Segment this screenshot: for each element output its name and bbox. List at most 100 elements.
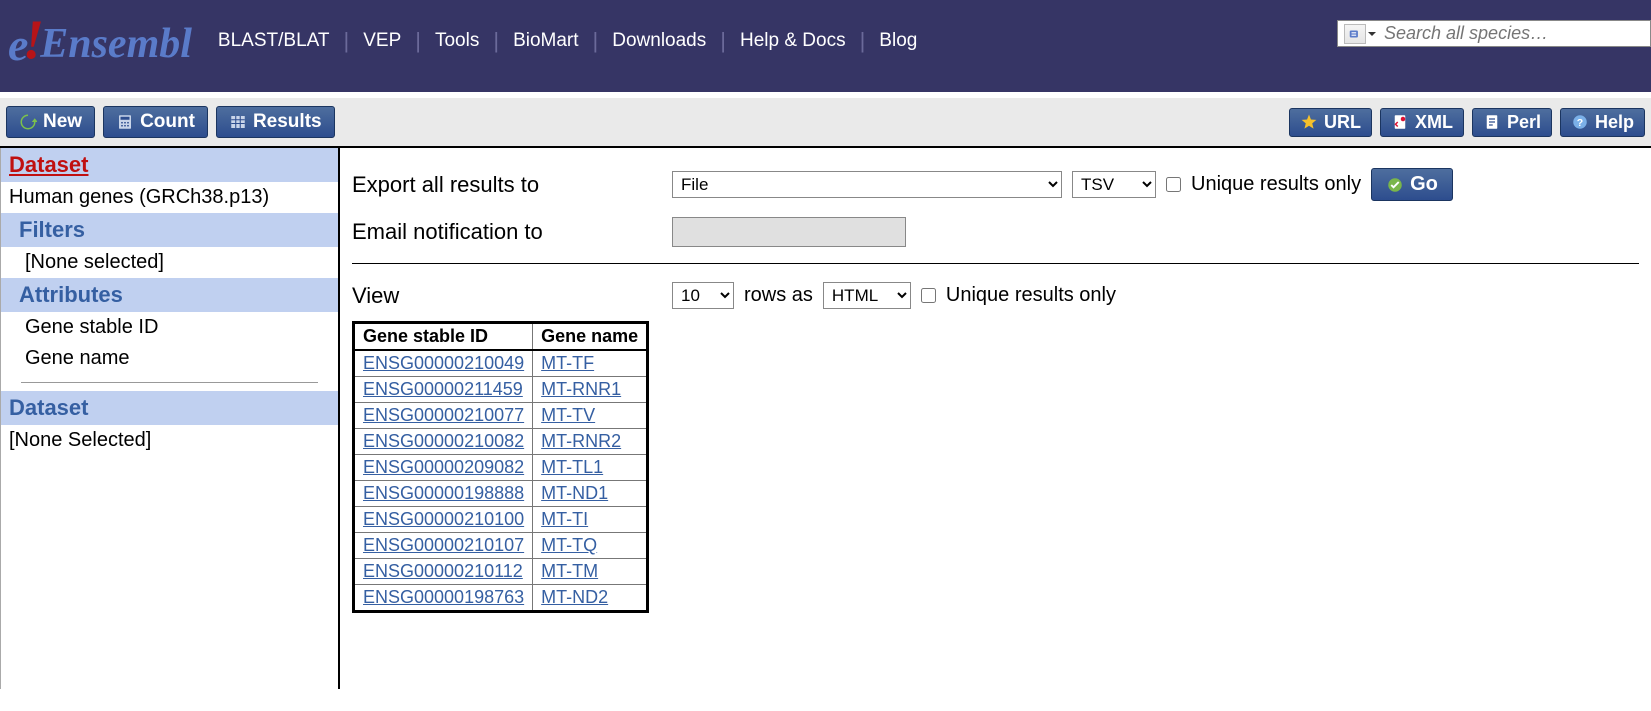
toolbar: New Count Results URL XML Perl ? Help [0, 98, 1651, 148]
search-icon [1348, 27, 1362, 41]
gene-name-link[interactable]: MT-TV [541, 405, 595, 425]
table-icon [229, 113, 247, 131]
url-button[interactable]: URL [1289, 108, 1372, 137]
logo-bang-icon: ! [22, 8, 44, 72]
gene-name-link[interactable]: MT-RNR2 [541, 431, 621, 451]
nav-link-biomart[interactable]: BioMart [499, 30, 592, 52]
table-cell: MT-RNR1 [533, 377, 648, 403]
search-area [1337, 20, 1651, 47]
gene-name-link[interactable]: MT-TM [541, 561, 598, 581]
help-button[interactable]: ? Help [1560, 108, 1645, 137]
gene-name-link[interactable]: MT-ND2 [541, 587, 608, 607]
export-label: Export all results to [352, 172, 662, 198]
gene-name-link[interactable]: MT-RNR1 [541, 379, 621, 399]
perl-button[interactable]: Perl [1472, 108, 1552, 137]
new-button[interactable]: New [6, 106, 95, 138]
table-cell: MT-ND1 [533, 481, 648, 507]
xml-button[interactable]: XML [1380, 108, 1464, 137]
table-cell: ENSG00000210077 [354, 403, 533, 429]
sidebar-dataset2-head[interactable]: Dataset [1, 391, 338, 425]
table-row: ENSG00000210077 MT-TV [354, 403, 648, 429]
table-cell: ENSG00000198763 [354, 585, 533, 612]
table-cell: MT-TI [533, 507, 648, 533]
logo[interactable]: e ! Ensembl [8, 12, 192, 76]
view-format-select[interactable]: HTML [823, 282, 911, 309]
export-unique-label: Unique results only [1191, 173, 1361, 196]
nav-link-blog[interactable]: Blog [865, 30, 931, 52]
table-cell: ENSG00000198888 [354, 481, 533, 507]
refresh-icon [19, 113, 37, 131]
check-icon [1386, 176, 1404, 194]
email-label: Email notification to [352, 219, 662, 245]
export-target-select[interactable]: File [672, 171, 1062, 198]
table-row: ENSG00000209082 MT-TL1 [354, 455, 648, 481]
file-xml-icon [1391, 113, 1409, 131]
nav-link-help-docs[interactable]: Help & Docs [726, 30, 860, 52]
gene-name-link[interactable]: MT-TF [541, 353, 594, 373]
gene-id-link[interactable]: ENSG00000198763 [363, 587, 524, 607]
nav-link-tools[interactable]: Tools [421, 30, 493, 52]
table-row: ENSG00000198763 MT-ND2 [354, 585, 648, 612]
svg-text:?: ? [1577, 117, 1583, 129]
table-cell: MT-ND2 [533, 585, 648, 612]
gene-id-link[interactable]: ENSG00000209082 [363, 457, 524, 477]
table-cell: ENSG00000209082 [354, 455, 533, 481]
table-cell: MT-TV [533, 403, 648, 429]
table-cell: MT-TM [533, 559, 648, 585]
view-unique-label: Unique results only [946, 284, 1116, 307]
species-selector[interactable] [1344, 24, 1366, 44]
gene-name-link[interactable]: MT-TI [541, 509, 588, 529]
results-table: Gene stable IDGene name ENSG00000210049M… [352, 321, 649, 613]
top-nav: e ! Ensembl BLAST/BLAT|VEP|Tools|BioMart… [0, 0, 1651, 92]
gene-id-link[interactable]: ENSG00000210082 [363, 431, 524, 451]
table-row: ENSG00000198888 MT-ND1 [354, 481, 648, 507]
view-label: View [352, 283, 662, 309]
gene-id-link[interactable]: ENSG00000210100 [363, 509, 524, 529]
calculator-icon [116, 113, 134, 131]
gene-id-link[interactable]: ENSG00000198888 [363, 483, 524, 503]
sidebar: Dataset Human genes (GRCh38.p13) Filters… [0, 148, 340, 689]
table-cell: MT-TF [533, 350, 648, 377]
gene-id-link[interactable]: ENSG00000210112 [363, 561, 523, 581]
table-cell: ENSG00000210107 [354, 533, 533, 559]
results-button[interactable]: Results [216, 106, 335, 138]
gene-name-link[interactable]: MT-TQ [541, 535, 597, 555]
sidebar-attribute-item: Gene stable ID [1, 312, 338, 343]
sidebar-filters-value: [None selected] [1, 247, 338, 278]
email-input [672, 217, 906, 247]
sidebar-attributes-head[interactable]: Attributes [1, 278, 338, 312]
go-button[interactable]: Go [1371, 168, 1453, 201]
view-rows-select[interactable]: 10 [672, 282, 734, 309]
help-icon: ? [1571, 113, 1589, 131]
table-cell: ENSG00000210100 [354, 507, 533, 533]
table-cell: ENSG00000210112 [354, 559, 533, 585]
export-unique-checkbox[interactable] [1166, 177, 1181, 192]
table-cell: MT-TL1 [533, 455, 648, 481]
view-unique-checkbox[interactable] [921, 288, 936, 303]
gene-id-link[interactable]: ENSG00000210077 [363, 405, 524, 425]
gene-id-link[interactable]: ENSG00000210049 [363, 353, 524, 373]
table-row: ENSG00000210100 MT-TI [354, 507, 648, 533]
table-cell: ENSG00000210082 [354, 429, 533, 455]
table-row: ENSG00000210112 MT-TM [354, 559, 648, 585]
gene-id-link[interactable]: ENSG00000210107 [363, 535, 524, 555]
sidebar-dataset-head[interactable]: Dataset [1, 148, 338, 182]
gene-name-link[interactable]: MT-TL1 [541, 457, 603, 477]
gene-name-link[interactable]: MT-ND1 [541, 483, 608, 503]
table-row: ENSG00000211459 MT-RNR1 [354, 377, 648, 403]
nav-link-blast-blat[interactable]: BLAST/BLAT [204, 30, 344, 52]
count-button[interactable]: Count [103, 106, 208, 138]
view-rows-as-text: rows as [744, 284, 813, 307]
table-row: ENSG00000210082 MT-RNR2 [354, 429, 648, 455]
content: Export all results to File TSV Unique re… [340, 148, 1651, 689]
nav-link-downloads[interactable]: Downloads [598, 30, 720, 52]
search-input[interactable] [1384, 23, 1644, 44]
chevron-down-icon[interactable] [1368, 32, 1376, 36]
gene-id-link[interactable]: ENSG00000211459 [363, 379, 523, 399]
nav-links: BLAST/BLAT|VEP|Tools|BioMart|Downloads|H… [204, 28, 931, 54]
sidebar-attribute-item: Gene name [1, 343, 338, 374]
table-cell: ENSG00000211459 [354, 377, 533, 403]
nav-link-vep[interactable]: VEP [349, 30, 415, 52]
export-format-select[interactable]: TSV [1072, 171, 1156, 198]
sidebar-filters-head[interactable]: Filters [1, 213, 338, 247]
